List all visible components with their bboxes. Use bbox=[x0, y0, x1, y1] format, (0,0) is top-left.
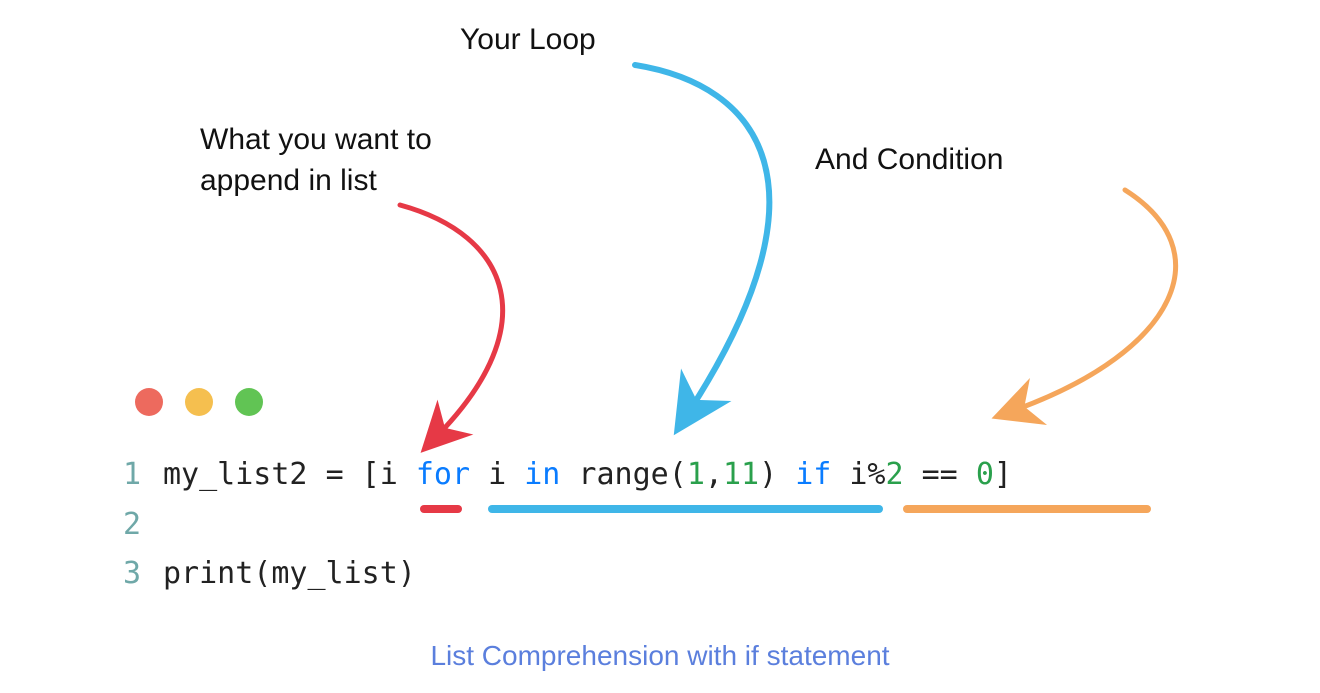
window-dot-zoom bbox=[235, 388, 263, 416]
code-token: = bbox=[326, 450, 344, 500]
code-token: i bbox=[470, 450, 524, 500]
underline-loop bbox=[488, 505, 883, 513]
code-line-1: 1 my_list2 = [i for i in range( 1 , 11 )… bbox=[115, 450, 1012, 500]
code-token: [i bbox=[344, 450, 416, 500]
code-token: i% bbox=[831, 450, 885, 500]
code-token bbox=[958, 450, 976, 500]
code-token: my_list2 bbox=[163, 450, 326, 500]
code-block: 1 my_list2 = [i for i in range( 1 , 11 )… bbox=[115, 450, 1012, 599]
window-dot-minimize bbox=[185, 388, 213, 416]
arrow-loop bbox=[620, 55, 920, 435]
line-number: 3 bbox=[115, 549, 163, 599]
code-token-number: 2 bbox=[886, 450, 904, 500]
code-token bbox=[904, 450, 922, 500]
window-dot-close bbox=[135, 388, 163, 416]
code-token-number: 0 bbox=[976, 450, 994, 500]
window-dots bbox=[135, 388, 263, 416]
code-token: range( bbox=[560, 450, 686, 500]
code-token-number: 1 bbox=[687, 450, 705, 500]
code-line-3: 3 print(my_list) bbox=[115, 549, 1012, 599]
code-token-keyword: for bbox=[416, 450, 470, 500]
line-number: 2 bbox=[115, 500, 163, 550]
code-token: ] bbox=[994, 450, 1012, 500]
underline-condition bbox=[903, 505, 1151, 513]
arrow-append bbox=[330, 195, 590, 455]
code-token-keyword: in bbox=[524, 450, 560, 500]
arrow-condition bbox=[950, 180, 1250, 440]
underline-append bbox=[420, 505, 462, 513]
line-number: 1 bbox=[115, 450, 163, 500]
label-condition: And Condition bbox=[815, 140, 1003, 181]
code-token: ) bbox=[759, 450, 795, 500]
code-token: print(my_list) bbox=[163, 549, 416, 599]
code-token-keyword: if bbox=[795, 450, 831, 500]
code-token: , bbox=[705, 450, 723, 500]
code-token: == bbox=[922, 450, 958, 500]
label-loop: Your Loop bbox=[460, 20, 596, 61]
label-append: What you want to append in list bbox=[200, 120, 520, 201]
caption: List Comprehension with if statement bbox=[0, 640, 1320, 672]
code-token-number: 11 bbox=[723, 450, 759, 500]
